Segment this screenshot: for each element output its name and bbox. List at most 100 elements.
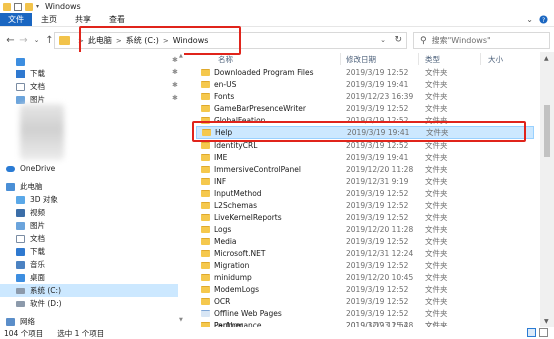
folder-icon	[201, 190, 210, 197]
file-row[interactable]: Microsoft.NET 2019/12/31 12:24 文件夹	[196, 248, 534, 259]
computer-icon	[6, 182, 15, 191]
sidebar-item-pictures[interactable]: 图片	[16, 219, 45, 232]
file-row[interactable]: OCR 2019/3/19 12:52 文件夹	[196, 296, 534, 307]
sidebar-item-downloads[interactable]: 下载	[16, 245, 45, 258]
file-row[interactable]: INF 2019/12/31 9:19 文件夹	[196, 176, 534, 187]
address-dropdown-icon[interactable]: ⌄	[380, 36, 386, 44]
scroll-up-icon[interactable]: ▲	[179, 53, 183, 59]
folder-icon	[201, 214, 210, 221]
title-bar: ▾ Windows	[0, 0, 554, 13]
file-row[interactable]: Offline Web Pages 2019/3/19 12:52 文件夹	[196, 308, 534, 319]
folder-icon	[201, 154, 210, 161]
file-row[interactable]: ImmersiveControlPanel 2019/12/20 11:28 文件夹	[196, 164, 534, 175]
file-row[interactable]: IdentityCRL 2019/3/19 12:52 文件夹	[196, 140, 534, 151]
column-size[interactable]: 大小	[488, 54, 503, 65]
sidebar-item-drive-c[interactable]: 系统 (C:)	[0, 284, 178, 297]
file-row-selected[interactable]: Help 2019/3/19 19:41 文件夹	[196, 126, 534, 139]
breadcrumb-drive-c[interactable]: 系统 (C:)	[126, 35, 159, 46]
large-icons-view-icon[interactable]	[539, 328, 548, 337]
scrollbar-thumb[interactable]	[544, 105, 550, 157]
folder-icon	[201, 142, 210, 149]
sidebar-item-network[interactable]: 网络	[6, 315, 35, 327]
sidebar-item-downloads-pinned[interactable]: 下载	[16, 67, 45, 80]
quick-access-dropdown-icon[interactable]: ▾	[36, 3, 39, 10]
recent-locations-icon[interactable]: ⌄	[30, 36, 43, 44]
tab-file[interactable]: 文件	[0, 13, 32, 26]
vertical-scrollbar[interactable]	[540, 52, 554, 327]
desktop-icon	[16, 273, 25, 282]
drive-icon	[16, 300, 25, 307]
column-date[interactable]: 修改日期	[346, 54, 376, 65]
sidebar-item-this-pc[interactable]: 此电脑	[6, 180, 43, 193]
details-view-icon[interactable]	[527, 328, 536, 337]
checkbox-icon[interactable]	[14, 2, 22, 11]
back-arrow-icon[interactable]: ←	[4, 35, 17, 46]
address-bar[interactable]: > 此电脑 > 系统 (C:) > Windows ⌄ ↻	[54, 32, 407, 49]
column-divider[interactable]	[418, 53, 419, 65]
tab-share[interactable]: 共享	[66, 13, 100, 26]
file-row[interactable]: en-US 2019/3/19 19:41 文件夹	[196, 79, 534, 90]
file-row[interactable]: Migration 2019/3/19 12:52 文件夹	[196, 260, 534, 271]
file-row[interactable]: Downloaded Program Files 2019/3/19 12:52 文…	[196, 67, 534, 78]
file-row[interactable]: Logs 2019/12/20 11:28 文件夹	[196, 224, 534, 235]
file-row[interactable]: Fonts 2019/12/23 16:39 文件夹	[196, 91, 534, 102]
file-row[interactable]: IME 2019/3/19 19:41 文件夹	[196, 152, 534, 163]
column-divider[interactable]	[480, 53, 481, 65]
help-icon[interactable]: ?	[539, 13, 548, 26]
pin-icon: ✱	[172, 56, 178, 64]
search-input[interactable]: ⚲ 搜索"Windows"	[413, 32, 550, 49]
sidebar-item-drive-d[interactable]: 软件 (D:)	[16, 297, 62, 310]
svg-text:?: ?	[542, 17, 545, 24]
fonts-folder-icon	[201, 93, 210, 100]
forward-arrow-icon[interactable]: →	[17, 35, 30, 46]
tab-home[interactable]: 主页	[32, 13, 66, 26]
file-row[interactable]: Media 2019/3/19 12:52 文件夹	[196, 236, 534, 247]
file-row[interactable]: L2Schemas 2019/3/19 12:52 文件夹	[196, 200, 534, 211]
navigation-pane: ✱ 下载 ✱ 文档 ✱ 图片 ✱ OneDrive 此电脑 3D 对象 视频 图…	[0, 52, 183, 327]
folder-quick-icon[interactable]	[25, 2, 33, 11]
breadcrumb-this-pc[interactable]: 此电脑	[88, 35, 112, 46]
sidebar-item-desktop[interactable]: 桌面	[16, 271, 45, 284]
sidebar-item-music[interactable]: 音乐	[16, 258, 45, 271]
folder-icon	[201, 69, 210, 76]
video-icon	[16, 208, 25, 217]
file-row[interactable]: LiveKernelReports 2019/3/19 12:52 文件夹	[196, 212, 534, 223]
column-divider[interactable]	[340, 53, 341, 65]
file-row[interactable]: minidump 2019/12/20 10:45 文件夹	[196, 272, 534, 283]
file-row[interactable]: ModemLogs 2019/3/19 12:52 文件夹	[196, 284, 534, 295]
breadcrumb-windows[interactable]: Windows	[173, 36, 209, 45]
scroll-down-icon[interactable]: ▼	[544, 318, 549, 325]
file-row[interactable]: GameBarPresenceWriter 2019/3/19 12:52 文件夹	[196, 103, 534, 114]
view-switcher	[527, 328, 548, 337]
scroll-down-icon[interactable]: ▼	[179, 317, 183, 323]
folder-icon	[59, 36, 70, 45]
file-row[interactable]: GlobalFeation 2019/3/19 12:52 文件夹	[196, 115, 534, 126]
sidebar-item-documents-pinned[interactable]: 文档	[16, 80, 45, 93]
folder-icon	[201, 166, 210, 173]
window-title: Windows	[45, 2, 81, 11]
sidebar-item-onedrive[interactable]: OneDrive	[6, 162, 55, 175]
sidebar-item-3d-objects[interactable]: 3D 对象	[16, 193, 58, 206]
sidebar-item-documents[interactable]: 文档	[16, 232, 45, 245]
expand-ribbon-icon[interactable]: ⌄	[526, 13, 533, 26]
folder-icon	[201, 238, 210, 245]
offline-pages-folder-icon	[201, 310, 210, 317]
sidebar-item-videos[interactable]: 视频	[16, 206, 45, 219]
folder-icon	[201, 262, 210, 269]
tab-view[interactable]: 查看	[100, 13, 134, 26]
column-type[interactable]: 类型	[425, 54, 440, 65]
folder-icon	[201, 81, 210, 88]
ribbon: 文件 主页 共享 查看 ⌄ ?	[0, 13, 554, 27]
folder-icon	[201, 250, 210, 257]
chevron-right-icon[interactable]: >	[116, 37, 122, 45]
desktop-icon	[16, 57, 25, 66]
chevron-right-icon[interactable]: >	[78, 37, 84, 45]
chevron-right-icon[interactable]: >	[163, 37, 169, 45]
folder-icon	[201, 202, 210, 209]
refresh-icon[interactable]: ↻	[394, 35, 402, 45]
sidebar-scrollbar[interactable]	[178, 52, 184, 327]
scroll-up-icon[interactable]: ▲	[544, 55, 549, 62]
file-row[interactable]: InputMethod 2019/3/19 12:52 文件夹	[196, 188, 534, 199]
column-name[interactable]: 名称	[218, 54, 233, 65]
pin-icon: ✱	[172, 81, 178, 89]
